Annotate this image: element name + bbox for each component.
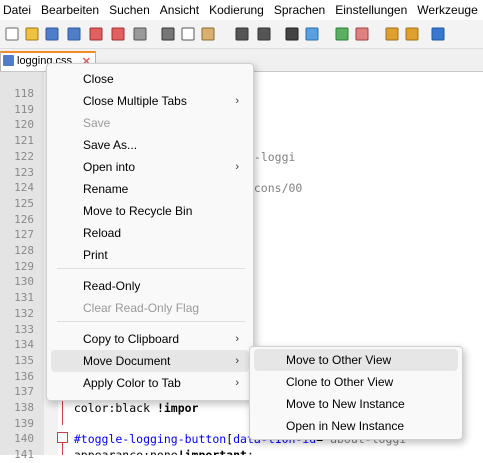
menu-item-label: Copy to Clipboard	[83, 332, 180, 346]
menu-item-clear-read-only-flag[interactable]: Clear Read-Only Flag	[51, 297, 249, 319]
menu-separator	[57, 321, 245, 322]
menu-item-label: Reload	[83, 226, 122, 240]
menu-item-label: Close Multiple Tabs	[83, 94, 187, 108]
line-number: 139	[14, 416, 34, 430]
menu-item-label: Save	[83, 116, 111, 130]
chevron-right-icon: ›	[235, 377, 239, 389]
line-number: 124	[14, 181, 34, 195]
line-number: 136	[14, 369, 34, 383]
code-line: color:black !impor	[60, 401, 199, 415]
menu-item-open-into[interactable]: Open into ›	[51, 156, 249, 178]
menu-item-label: Read-Only	[83, 279, 141, 293]
menu-item-print[interactable]: Print	[51, 244, 249, 266]
code-line: appearance:none!important;	[60, 447, 254, 455]
menu-item-label: Open into	[83, 160, 136, 174]
menu-item-apply-color-to-tab[interactable]: Apply Color to Tab ›	[51, 372, 249, 394]
zoom-in-icon[interactable]	[334, 26, 350, 42]
submenu-item-open-in-new-instance[interactable]: Open in New Instance	[254, 415, 458, 437]
line-number: 132	[14, 306, 34, 320]
line-number: 127	[14, 228, 34, 242]
menu-item-rename[interactable]: Rename	[51, 178, 249, 200]
menu-kodierung[interactable]: Kodierung	[204, 0, 269, 20]
submenu-item-move-to-other-view[interactable]: Move to Other View	[254, 349, 458, 371]
menu-ansicht[interactable]: Ansicht	[155, 0, 204, 20]
toolbar	[0, 20, 483, 49]
line-number: 119	[14, 102, 34, 116]
save-state-icon	[3, 55, 14, 66]
submenu-item-move-to-new-instance[interactable]: Move to New Instance	[254, 393, 458, 415]
line-number: 129	[14, 259, 34, 273]
line-number: 128	[14, 244, 34, 257]
new-file-icon[interactable]	[4, 26, 20, 42]
print-icon[interactable]	[132, 26, 148, 42]
menu-item-label: Move to Recycle Bin	[83, 204, 193, 218]
line-number: 138	[14, 401, 34, 414]
sync-v-icon[interactable]	[384, 26, 400, 42]
save-icon[interactable]	[44, 26, 60, 42]
menu-werkzeuge[interactable]: Werkzeuge	[412, 0, 482, 20]
menu-item-label: Save As...	[83, 138, 138, 152]
menu-item-reload[interactable]: Reload	[51, 222, 249, 244]
line-number: 135	[14, 353, 34, 367]
tab-context-menu: Close Close Multiple Tabs › Save Save As... O…	[46, 63, 254, 401]
paste-icon[interactable]	[200, 26, 216, 42]
line-number: 118	[14, 87, 34, 100]
chevron-right-icon: ›	[235, 95, 239, 107]
menu-einstellungen[interactable]: Einstellungen	[330, 0, 412, 20]
line-number: 123	[14, 165, 34, 179]
move-document-submenu: Move to Other View Clone to Other View Mov…	[249, 346, 463, 440]
menu-item-label: Clear Read-Only Flag	[83, 301, 200, 315]
menu-bar: Datei Bearbeiten Suchen Ansicht Kodierung Spr…	[0, 0, 483, 20]
menu-suchen[interactable]: Suchen	[104, 0, 155, 20]
menu-item-save-as[interactable]: Save As...	[51, 134, 249, 156]
menu-item-move-document[interactable]: Move Document ›	[51, 350, 249, 372]
undo-icon[interactable]	[234, 26, 250, 42]
menu-datei[interactable]: Datei	[0, 0, 36, 20]
save-all-icon[interactable]	[66, 26, 82, 42]
zoom-out-icon[interactable]	[354, 26, 370, 42]
replace-icon[interactable]	[304, 26, 320, 42]
chevron-right-icon: ›	[235, 161, 239, 173]
menu-item-close[interactable]: Close	[51, 68, 249, 90]
cut-icon[interactable]	[160, 26, 176, 42]
line-number: 120	[14, 118, 34, 132]
line-number: 126	[14, 212, 34, 226]
menu-item-close-multiple-tabs[interactable]: Close Multiple Tabs ›	[51, 90, 249, 112]
menu-item-label: Move Document	[83, 354, 171, 368]
menu-item-label: Apply Color to Tab	[83, 376, 181, 390]
menu-item-label: Close	[83, 72, 114, 86]
line-number: 121	[14, 134, 34, 148]
redo-icon[interactable]	[256, 26, 272, 42]
line-number: 134	[14, 338, 34, 352]
menu-bearbeiten[interactable]: Bearbeiten	[36, 0, 104, 20]
line-number: 122	[14, 149, 34, 163]
line-number: 125	[14, 196, 34, 210]
close-icon[interactable]	[88, 26, 104, 42]
line-number: 140	[14, 432, 34, 446]
close-all-icon[interactable]	[110, 26, 126, 42]
submenu-item-clone-to-other-view[interactable]: Clone to Other View	[254, 371, 458, 393]
chevron-right-icon: ›	[235, 355, 239, 367]
menu-separator	[57, 268, 245, 269]
line-number-gutter: 118 119 120 121 122 123 124 125 126 127 128 129 130 1…	[0, 72, 44, 461]
line-number: 137	[14, 385, 34, 399]
menu-item-save[interactable]: Save	[51, 112, 249, 134]
line-number: 130	[14, 275, 34, 289]
open-file-icon[interactable]	[24, 26, 40, 42]
line-number: 141	[14, 448, 34, 462]
line-number: 133	[14, 322, 34, 336]
find-icon[interactable]	[284, 26, 300, 42]
copy-icon[interactable]	[180, 26, 196, 42]
chevron-right-icon: ›	[235, 333, 239, 345]
menu-item-copy-to-clipboard[interactable]: Copy to Clipboard ›	[51, 328, 249, 350]
line-number: 131	[14, 291, 34, 305]
sync-h-icon[interactable]	[404, 26, 420, 42]
menu-item-read-only[interactable]: Read-Only	[51, 275, 249, 297]
menu-item-label: Print	[83, 248, 108, 262]
wrap-icon[interactable]	[430, 26, 446, 42]
menu-item-label: Rename	[83, 182, 129, 196]
menu-item-move-to-recycle-bin[interactable]: Move to Recycle Bin	[51, 200, 249, 222]
menu-sprachen[interactable]: Sprachen	[269, 0, 330, 20]
